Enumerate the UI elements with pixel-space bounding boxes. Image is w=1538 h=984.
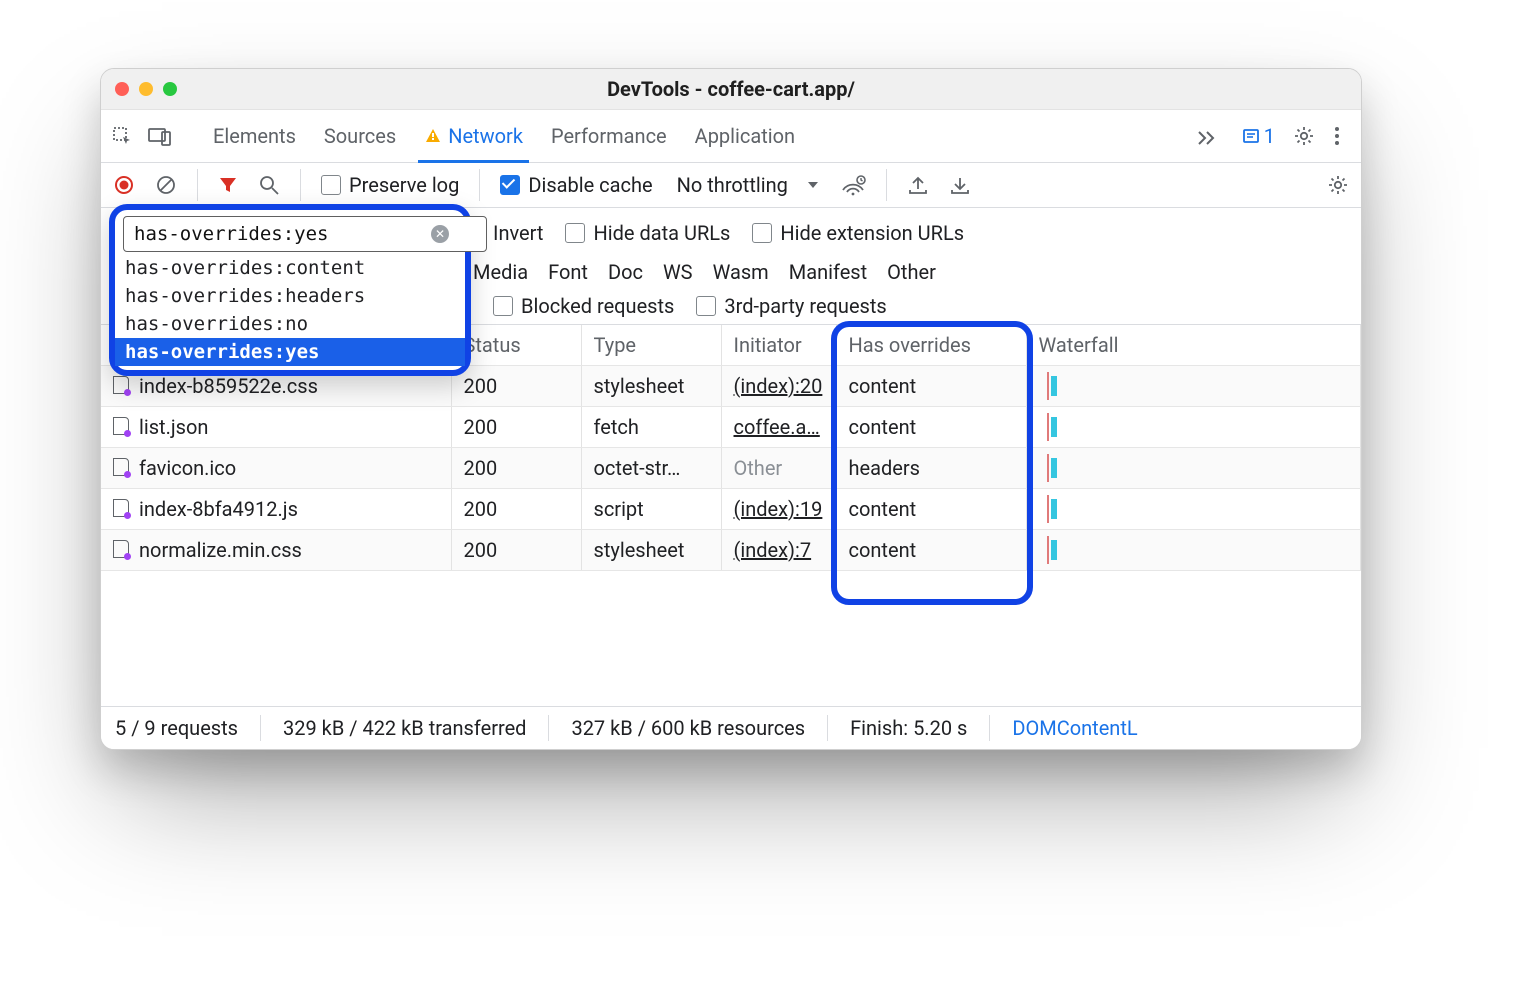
autocomplete-item[interactable]: has-overrides:no (115, 310, 465, 338)
window-controls (115, 82, 177, 96)
col-initiator[interactable]: Initiator (721, 325, 836, 366)
panel-tabs: Elements Sources Network Performance App… (101, 110, 1361, 163)
inspect-icon[interactable] (111, 125, 133, 147)
network-conditions-icon[interactable] (840, 174, 866, 196)
type-other[interactable]: Other (887, 260, 936, 284)
more-tabs-icon[interactable] (1196, 126, 1220, 146)
warning-icon (424, 127, 442, 145)
network-toolbar: Preserve log Disable cache No throttling (101, 163, 1361, 208)
table-row[interactable]: list.json200fetchcoffee.a…content (101, 407, 1361, 448)
type-manifest[interactable]: Manifest (789, 260, 867, 284)
disable-cache-checkbox[interactable]: Disable cache (500, 173, 652, 197)
panel-settings-icon[interactable] (1327, 174, 1349, 196)
col-overrides[interactable]: Has overrides (836, 325, 1026, 366)
status-requests: 5 / 9 requests (115, 716, 238, 740)
status-transferred: 329 kB / 422 kB transferred (283, 716, 526, 740)
throttling-select[interactable]: No throttling (677, 173, 820, 197)
file-icon (113, 499, 129, 517)
type-doc[interactable]: Doc (608, 260, 643, 284)
download-har-icon[interactable] (949, 174, 971, 196)
close-window-button[interactable] (115, 82, 129, 96)
window-title: DevTools - coffee-cart.app/ (101, 77, 1361, 101)
tab-performance[interactable]: Performance (551, 110, 667, 162)
issues-count[interactable]: 1 (1242, 124, 1275, 148)
blocked-requests-checkbox[interactable]: Blocked requests (493, 294, 674, 318)
hide-data-urls-checkbox[interactable]: Hide data URLs (565, 221, 730, 245)
clear-filter-icon[interactable] (431, 225, 449, 243)
titlebar: DevTools - coffee-cart.app/ (101, 69, 1361, 110)
tab-elements[interactable]: Elements (213, 110, 296, 162)
autocomplete-item[interactable]: has-overrides:headers (115, 282, 465, 310)
record-icon[interactable] (113, 174, 135, 196)
autocomplete-item[interactable]: has-overrides:content (115, 254, 465, 282)
file-icon (113, 376, 129, 394)
settings-icon[interactable] (1293, 125, 1315, 147)
autocomplete-item[interactable]: has-overrides:yes (115, 338, 465, 366)
type-media[interactable]: Media (473, 260, 528, 284)
minimize-window-button[interactable] (139, 82, 153, 96)
file-icon (113, 417, 129, 435)
devtools-window: DevTools - coffee-cart.app/ Elements Sou… (100, 68, 1362, 750)
tab-sources[interactable]: Sources (324, 110, 396, 162)
zoom-window-button[interactable] (163, 82, 177, 96)
clear-icon[interactable] (155, 174, 177, 196)
table-row[interactable]: index-8bfa4912.js200script(index):19cont… (101, 489, 1361, 530)
status-finish: Finish: 5.20 s (850, 716, 967, 740)
device-mode-icon[interactable] (147, 125, 173, 147)
file-icon (113, 540, 129, 558)
more-menu-icon[interactable] (1333, 125, 1341, 147)
filter-funnel-icon[interactable] (218, 175, 238, 195)
type-font[interactable]: Font (548, 260, 588, 284)
tab-network[interactable]: Network (424, 110, 523, 162)
third-party-checkbox[interactable]: 3rd-party requests (696, 294, 886, 318)
col-type[interactable]: Type (581, 325, 721, 366)
status-resources: 327 kB / 600 kB resources (571, 716, 805, 740)
status-bar: 5 / 9 requests 329 kB / 422 kB transferr… (101, 706, 1361, 749)
type-wasm[interactable]: Wasm (713, 260, 769, 284)
status-dcl: DOMContentL (1012, 716, 1137, 740)
hide-extension-urls-checkbox[interactable]: Hide extension URLs (752, 221, 964, 245)
tab-application[interactable]: Application (695, 110, 795, 162)
table-row[interactable]: favicon.ico200octet-str…Otherheaders (101, 448, 1361, 489)
search-icon[interactable] (258, 174, 280, 196)
filter-autocomplete: has-overrides:contenthas-overrides:heade… (109, 204, 471, 376)
col-waterfall[interactable]: Waterfall (1026, 325, 1361, 366)
filter-bar: Invert Hide data URLs Hide extension URL… (101, 208, 1361, 324)
file-icon (113, 458, 129, 476)
type-ws[interactable]: WS (663, 260, 693, 284)
upload-har-icon[interactable] (907, 174, 929, 196)
table-row[interactable]: normalize.min.css200stylesheet(index):7c… (101, 530, 1361, 571)
preserve-log-checkbox[interactable]: Preserve log (321, 173, 459, 197)
